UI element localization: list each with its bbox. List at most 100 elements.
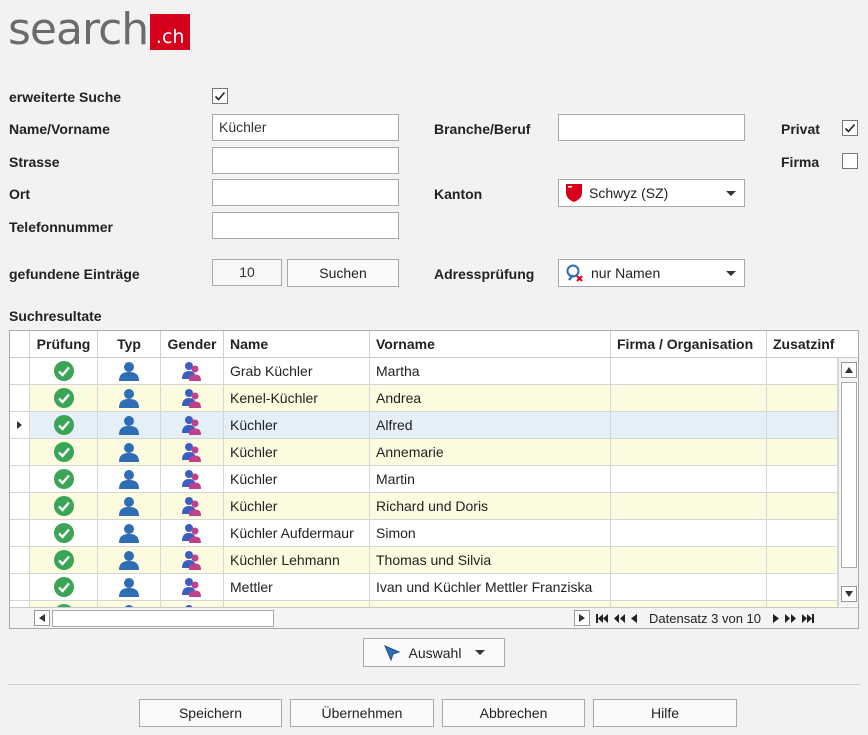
row-indicator[interactable] [10,385,30,411]
column-header-firma[interactable]: Firma / Organisation [611,331,767,358]
results-grid[interactable]: Prüfung Typ Gender Name Vorname Firma / … [9,330,859,629]
chevron-down-icon [726,270,736,276]
person-type-icon [118,442,140,462]
previous-page-icon[interactable] [614,611,625,626]
privat-label: Privat [781,121,820,137]
cell-typ [98,412,161,438]
kanton-select[interactable]: Schwyz (SZ) [558,179,745,207]
row-indicator-header [10,331,30,358]
row-indicator[interactable] [10,547,30,573]
cell-pruefung [30,574,98,600]
column-header-zusatzinfo[interactable]: Zusatzinf [767,331,858,358]
gefundene-eintraege-value: 10 [212,259,282,286]
ort-label: Ort [9,186,30,202]
uebernehmen-button[interactable]: Übernehmen [290,699,434,727]
table-row[interactable]: Kenel-Küchler Andrea [10,385,838,412]
cell-zusatzinfo [767,358,838,384]
adresspruefung-label: Adressprüfung [434,266,535,282]
cell-name: Kenel-Küchler [224,385,370,411]
first-record-icon[interactable] [596,611,608,626]
cell-name: Küchler [224,412,370,438]
cell-name: Küchler Lehmann [224,547,370,573]
cell-vorname: Andrea [370,385,611,411]
person-type-icon [118,388,140,408]
auswahl-button[interactable]: Auswahl [363,638,505,667]
name-vorname-input[interactable]: Küchler [212,114,399,141]
table-row[interactable]: Küchler Lehmann Thomas und Silvia [10,547,838,574]
privat-checkbox[interactable] [842,120,858,136]
next-record-icon[interactable] [773,611,780,626]
checkmark-icon [214,91,226,101]
column-header-vorname[interactable]: Vorname [370,331,611,358]
cell-gender [161,547,224,573]
ort-input[interactable] [212,179,399,206]
chevron-down-icon [475,650,486,655]
horizontal-scroll-thumb[interactable] [52,610,274,627]
cell-pruefung [30,466,98,492]
cell-vorname: Alfred [370,412,611,438]
cell-gender [161,466,224,492]
erweiterte-suche-checkbox[interactable] [212,88,228,104]
horizontal-scrollbar[interactable]: Datensatz 3 von 10 [10,607,858,628]
gefundene-eintraege-label: gefundene Einträge [9,266,140,282]
row-indicator[interactable] [10,439,30,465]
table-row[interactable]: Küchler Aufdermaur Simon [10,520,838,547]
cell-pruefung [30,520,98,546]
table-row[interactable]: Küchler Richard und Doris [10,493,838,520]
abbrechen-button[interactable]: Abbrechen [442,699,585,727]
table-row[interactable]: Küchler Martin [10,466,838,493]
row-indicator[interactable] [10,358,30,384]
logo-suffix: .ch [150,14,191,50]
suchen-button[interactable]: Suchen [287,259,399,287]
gender-icon [181,523,203,543]
table-row[interactable]: Grab Küchler Martha [10,358,838,385]
scroll-right-button[interactable] [574,610,590,626]
cell-gender [161,412,224,438]
cell-zusatzinfo [767,466,838,492]
strasse-label: Strasse [9,154,60,170]
cell-firma [611,358,767,384]
column-header-typ[interactable]: Typ [98,331,161,358]
column-header-name[interactable]: Name [224,331,370,358]
row-indicator[interactable] [10,412,30,438]
gender-icon [181,496,203,516]
speichern-button[interactable]: Speichern [139,699,282,727]
schwyz-coat-of-arms-icon [566,184,582,202]
hilfe-button[interactable]: Hilfe [593,699,737,727]
cell-typ [98,385,161,411]
cell-vorname: Ivan und Küchler Mettler Franziska [370,574,611,600]
row-indicator[interactable] [10,466,30,492]
previous-record-icon[interactable] [631,611,637,626]
scroll-up-button[interactable] [841,362,857,378]
adresspruefung-select[interactable]: nur Namen [558,259,745,287]
table-row[interactable]: Küchler Alfred [10,412,838,439]
row-indicator[interactable] [10,574,30,600]
column-header-gender[interactable]: Gender [161,331,224,358]
table-row[interactable]: Küchler Annemarie [10,439,838,466]
cell-gender [161,493,224,519]
row-indicator[interactable] [10,520,30,546]
checkmark-icon [844,123,856,133]
vertical-scrollbar[interactable] [838,358,858,606]
cell-name: Küchler [224,466,370,492]
scroll-down-button[interactable] [841,586,857,602]
next-page-icon[interactable] [785,611,797,626]
strasse-input[interactable] [212,147,399,174]
telefonnummer-input[interactable] [212,212,399,239]
cell-pruefung [30,385,98,411]
arrow-right-icon [579,614,585,622]
last-record-icon[interactable] [802,611,815,626]
firma-checkbox[interactable] [842,153,858,169]
cell-zusatzinfo [767,439,838,465]
record-navigator: Datensatz 3 von 10 [596,608,815,628]
scroll-thumb[interactable] [841,382,857,568]
table-row[interactable]: Mettler Ivan und Küchler Mettler Franzisk… [10,574,838,601]
row-indicator[interactable] [10,493,30,519]
column-header-pruefung[interactable]: Prüfung [30,331,98,358]
kanton-value: Schwyz (SZ) [589,185,669,201]
cell-firma [611,493,767,519]
branche-beruf-input[interactable] [558,114,745,141]
branche-beruf-label: Branche/Beruf [434,121,531,137]
scroll-left-button[interactable] [34,610,50,626]
pruefung-check-icon [53,469,74,489]
